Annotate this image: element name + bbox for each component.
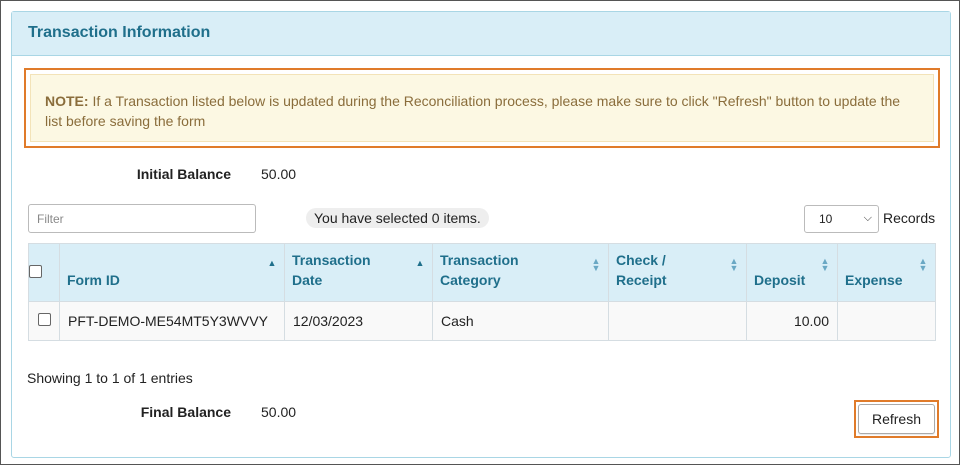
panel-title: Transaction Information	[28, 24, 211, 41]
transaction-panel: Transaction Information NOTE: If a Trans…	[11, 11, 951, 458]
cell-deposit: 10.00	[746, 301, 838, 341]
table-header-row: Form ID ▲ Transaction Date ▲ Transaction C…	[28, 243, 936, 302]
select-all-checkbox[interactable]	[29, 264, 42, 278]
panel-header: Transaction Information	[12, 12, 950, 56]
sort-both-icon: ▲ ▼	[820, 256, 830, 273]
records-label: Records	[883, 210, 936, 226]
final-balance-label: Final Balance	[140, 404, 231, 420]
window-frame: Transaction Information NOTE: If a Trans…	[0, 0, 960, 465]
note-highlight: NOTE: If a Transaction listed below is u…	[24, 68, 940, 148]
row-checkbox[interactable]	[37, 313, 51, 326]
select-all-header	[28, 243, 60, 302]
records-per-page-select[interactable]: 10 ⌵	[804, 205, 879, 233]
sort-asc-icon: ▲	[267, 258, 277, 268]
col-expense[interactable]: Expense ▲ ▼	[837, 243, 936, 302]
col-form-id[interactable]: Form ID ▲	[59, 243, 285, 302]
form-id-link[interactable]: PFT-DEMO-ME54MT5Y3WVVY	[59, 301, 285, 341]
initial-balance-value: 50.00	[261, 166, 297, 182]
note-label: NOTE:	[45, 93, 89, 109]
records-selected-value: 10	[819, 212, 833, 226]
refresh-highlight: Refresh	[854, 400, 939, 438]
final-balance-value: 50.00	[261, 404, 297, 420]
transactions-table: Form ID ▲ Transaction Date ▲ Transaction C…	[28, 243, 936, 341]
sort-both-icon: ▲ ▼	[918, 256, 928, 273]
initial-balance-label: Initial Balance	[136, 166, 231, 182]
filter-input[interactable]	[28, 204, 256, 233]
entries-info: Showing 1 to 1 of 1 entries	[27, 370, 193, 386]
chevron-down-icon: ⌵	[863, 212, 872, 224]
col-transaction-category[interactable]: Transaction Category ▲ ▼	[432, 243, 609, 302]
note-text: If a Transaction listed below is updated…	[45, 93, 901, 129]
col-check-receipt[interactable]: Check / Receipt ▲ ▼	[608, 243, 747, 302]
selection-count: You have selected 0 items.	[306, 208, 489, 228]
cell-check-receipt	[608, 301, 747, 341]
sort-both-icon: ▲ ▼	[591, 256, 601, 273]
cell-category: Cash	[432, 301, 609, 341]
row-select-cell	[28, 301, 60, 341]
col-deposit[interactable]: Deposit ▲ ▼	[746, 243, 838, 302]
cell-date: 12/03/2023	[284, 301, 433, 341]
col-transaction-date[interactable]: Transaction Date ▲	[284, 243, 433, 302]
note-box: NOTE: If a Transaction listed below is u…	[30, 74, 934, 142]
cell-expense	[837, 301, 936, 341]
table-row: PFT-DEMO-ME54MT5Y3WVVY 12/03/2023 Cash 1…	[28, 301, 936, 341]
sort-both-icon: ▲ ▼	[729, 256, 739, 273]
sort-asc-icon: ▲	[415, 258, 425, 268]
refresh-button[interactable]: Refresh	[858, 404, 935, 434]
